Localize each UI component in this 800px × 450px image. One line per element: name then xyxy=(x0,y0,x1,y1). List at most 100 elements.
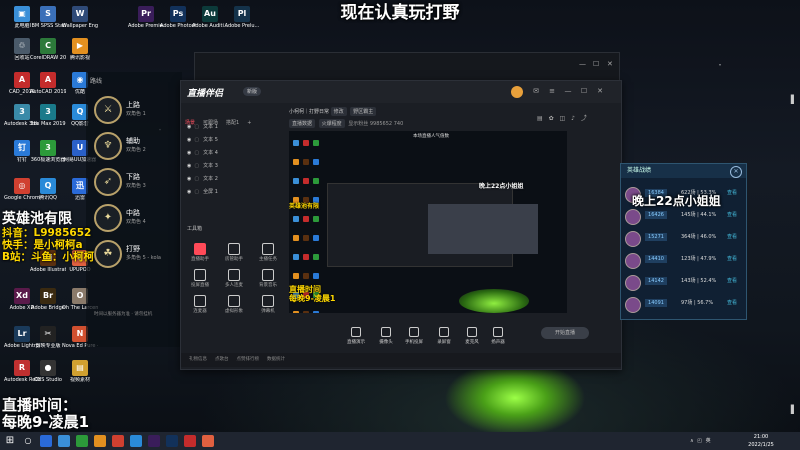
desktop-icon[interactable]: Au Adobe Auditi... xyxy=(192,6,228,29)
close-icon[interactable]: ✕ xyxy=(607,60,613,68)
desktop-icon[interactable]: 3 3ds Max 2019 xyxy=(30,104,66,127)
scene-item[interactable]: ◉ ▢ 文本 1 xyxy=(181,121,289,134)
desktop-icon[interactable]: Br Adobe Bridge xyxy=(30,288,66,311)
status-item[interactable]: 礼物信息 xyxy=(189,357,207,362)
status-item[interactable]: 数据统计 xyxy=(267,357,285,362)
share-icon[interactable]: ⤴ xyxy=(581,115,587,122)
lock-icon[interactable]: ▢ xyxy=(194,137,199,143)
tool-button[interactable]: 背景音乐 xyxy=(251,267,285,293)
stream-tool-button[interactable]: 麦克风 xyxy=(459,327,485,345)
taskbar-app-icon[interactable] xyxy=(40,435,52,447)
desktop-icon[interactable]: Pr Adobe Premie... xyxy=(128,6,164,29)
store-icon[interactable]: ▤ xyxy=(537,115,543,122)
taskbar-clock[interactable]: 21:00 2022/1/25 xyxy=(742,433,780,449)
category-tag[interactable]: 野区霸主 xyxy=(350,107,377,116)
close-icon[interactable]: ✕ xyxy=(595,86,605,96)
hero-view-link[interactable]: 查看 xyxy=(727,255,737,262)
minimize-icon[interactable]: — xyxy=(563,86,573,96)
stream-tool-button[interactable]: 录屏窗 xyxy=(431,327,457,345)
taskbar-app-icon[interactable] xyxy=(202,435,214,447)
lock-icon[interactable]: ▢ xyxy=(194,124,199,130)
minimize-icon[interactable]: — xyxy=(579,60,586,68)
hero-view-link[interactable]: 查看 xyxy=(727,189,737,196)
mail-icon[interactable]: ✉ xyxy=(531,86,541,96)
stream-tool-button[interactable]: 手机投屏 xyxy=(401,327,427,345)
maximize-icon[interactable]: ☐ xyxy=(593,60,599,68)
taskbar-app-icon[interactable] xyxy=(166,435,178,447)
desktop-icon[interactable]: Q 腾讯QQ xyxy=(30,178,66,201)
lock-icon[interactable]: ▢ xyxy=(194,176,199,182)
stream-tool-button[interactable]: 摄像头 xyxy=(373,327,399,345)
desktop-icon[interactable]: 3 360极速浏览器 xyxy=(30,140,66,163)
role-item[interactable]: ☘ 打野 多角色 5 - kola xyxy=(94,240,182,268)
eye-icon[interactable]: ◉ xyxy=(187,150,191,156)
desktop-icon[interactable]: CCorelDRAW 2020 (64-... xyxy=(30,38,66,61)
desktop-icon[interactable]: AAutoCAD 2019 - 简... xyxy=(30,72,66,95)
hero-view-link[interactable]: 查看 xyxy=(727,233,737,240)
scene-item[interactable]: ◉ ▢ 文本 3 xyxy=(181,160,289,173)
desktop-icon[interactable]: SIBM SPSS Statistics 21 xyxy=(30,6,66,29)
scroll-up-icon[interactable]: ▌ xyxy=(789,95,799,104)
scene-item[interactable]: ◉ ▢ 文本 2 xyxy=(181,173,289,186)
tool-button[interactable]: 弹幕机 xyxy=(251,293,285,319)
close-icon[interactable]: ✕ xyxy=(730,166,742,178)
eye-icon[interactable]: ◉ xyxy=(187,176,191,182)
taskbar-app-icon[interactable] xyxy=(76,435,88,447)
role-item[interactable]: ♆ 辅助 双角色 2 xyxy=(94,132,182,160)
tool-button[interactable]: 虚拟形象 xyxy=(217,293,251,319)
status-item[interactable]: 点歌台 xyxy=(215,357,229,362)
version-badge[interactable]: 新版 xyxy=(243,87,262,96)
desktop-icon[interactable]: ▶ 腾讯影视 xyxy=(62,38,98,61)
role-item[interactable]: ✦ 中路 双角色 4 xyxy=(94,204,182,232)
taskbar-app-icon[interactable] xyxy=(58,435,70,447)
gift-icon[interactable]: ✿ xyxy=(549,115,554,122)
edit-button[interactable]: 修改 xyxy=(330,107,347,116)
stream-preview[interactable]: 英雄池有限 晚上22点小姐姐 直播时间 每晚9-凌晨1 xyxy=(289,131,567,313)
scene-item[interactable]: ◉ ▢ 文本 4 xyxy=(181,147,289,160)
eye-icon[interactable]: ◉ xyxy=(187,189,191,195)
lock-icon[interactable]: ▢ xyxy=(194,189,199,195)
maximize-icon[interactable]: ☐ xyxy=(579,86,589,96)
eye-icon[interactable]: ◉ xyxy=(187,137,191,143)
role-item[interactable]: ➶ 下路 双角色 3 xyxy=(94,168,182,196)
system-tray[interactable]: ∧ ◰ 英 xyxy=(690,437,711,444)
desktop-icon[interactable]: Pl Adobe Prelu... xyxy=(224,6,260,29)
lock-icon[interactable]: ▢ xyxy=(194,150,199,156)
scroll-down-icon[interactable]: ▌ xyxy=(789,405,799,414)
role-item[interactable]: ⚔ 上路 双角色 1 xyxy=(94,96,182,124)
hero-view-link[interactable]: 查看 xyxy=(727,211,737,218)
menu-icon[interactable]: ≡ xyxy=(547,86,557,96)
tool-button[interactable]: 多人连麦 xyxy=(217,267,251,293)
desktop-icon[interactable]: ✂ 剪映专业版 xyxy=(30,326,66,349)
taskbar-app-icon[interactable] xyxy=(184,435,196,447)
taskbar-app-icon[interactable] xyxy=(112,435,124,447)
taskbar-app-icon[interactable] xyxy=(130,435,142,447)
start-live-button[interactable]: 开始直播 xyxy=(541,327,589,339)
desktop-icon[interactable]: ▤ 视频素材 xyxy=(62,360,98,383)
search-icon[interactable]: ○ xyxy=(22,435,34,447)
lock-icon[interactable]: ▢ xyxy=(194,163,199,169)
chat-icon[interactable]: ◫ xyxy=(560,115,566,122)
desktop-icon[interactable]: PsAdobe Photosh... xyxy=(160,6,196,29)
tool-button[interactable]: 连麦器 xyxy=(183,293,217,319)
tool-button[interactable]: 直播助手 xyxy=(183,241,217,267)
taskbar-app-icon[interactable] xyxy=(94,435,106,447)
status-item[interactable]: 点赞排行榜 xyxy=(237,357,260,362)
tool-button[interactable]: 投屏直播 xyxy=(183,267,217,293)
bell-icon[interactable]: ♪ xyxy=(571,115,575,122)
user-avatar[interactable] xyxy=(511,86,523,98)
eye-icon[interactable]: ◉ xyxy=(187,163,191,169)
hero-view-link[interactable]: 查看 xyxy=(727,277,737,284)
desktop-icon[interactable]: WWallpaper Engine:... xyxy=(62,6,98,29)
taskbar-app-icon[interactable] xyxy=(148,435,160,447)
desktop-icon[interactable]: ● OBS Studio xyxy=(30,360,66,383)
hero-view-link[interactable]: 查看 xyxy=(727,299,737,306)
eye-icon[interactable]: ◉ xyxy=(187,124,191,130)
scene-item[interactable]: ◉ ▢ 文本 5 xyxy=(181,134,289,147)
windows-start-icon[interactable]: ⊞ xyxy=(4,435,16,447)
stream-data-button[interactable]: 直播数据 xyxy=(289,119,316,128)
stream-tool-button[interactable]: 扬声器 xyxy=(485,327,511,345)
scene-item[interactable]: ◉ ▢ 全屏 1 xyxy=(181,186,289,199)
tool-button[interactable]: 主播任务 xyxy=(251,241,285,267)
tool-button[interactable]: 房管助手 xyxy=(217,241,251,267)
